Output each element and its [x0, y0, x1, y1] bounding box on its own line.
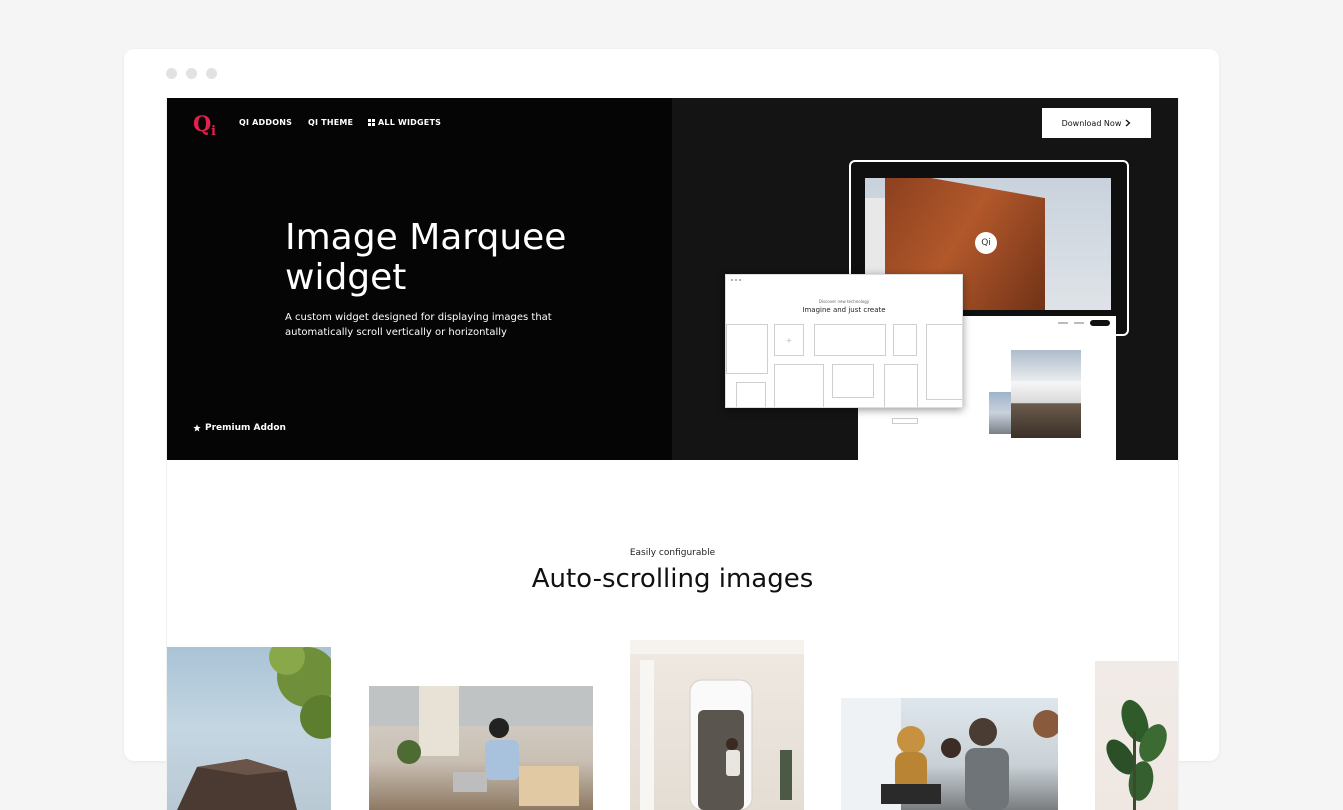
premium-addon-text: Premium Addon [205, 423, 286, 433]
website-viewport: Q i QI ADDONS QI THEME ALL WIDGETS Downl… [166, 98, 1179, 810]
qi-logo-icon[interactable]: Q i [193, 110, 221, 138]
window-dot-close[interactable] [166, 68, 177, 79]
hero-description: A custom widget designed for displaying … [285, 312, 552, 338]
section-title: Auto-scrolling images [531, 564, 814, 594]
page-mockup-button [1090, 320, 1110, 326]
nav-qi-addons[interactable]: QI ADDONS [239, 118, 292, 127]
download-now-label: Download Now [1061, 118, 1122, 128]
chevron-right-icon [1125, 119, 1131, 127]
svg-text:i: i [211, 124, 216, 138]
plus-icon: + [774, 324, 804, 356]
marquee-image-phone-booth [630, 640, 804, 810]
marquee-image-office-dog [841, 698, 1058, 810]
qi-badge: Qi [975, 232, 997, 254]
svg-text:Q: Q [193, 111, 211, 136]
star-icon [193, 424, 201, 432]
browser-mockup: Discover new technology Imagine and just… [725, 274, 963, 408]
mockup-title: Imagine and just create [802, 306, 886, 314]
window-dot-minimize[interactable] [186, 68, 197, 79]
modern-house-photo [1011, 350, 1081, 438]
download-now-button[interactable]: Download Now [1042, 108, 1151, 138]
nav-all-widgets-label: ALL WIDGETS [378, 118, 442, 127]
marquee-image-woman-laptop [369, 686, 593, 810]
grid-icon [368, 119, 375, 126]
mockup-caption: Discover new technology [818, 299, 870, 304]
marquee-image-tower [167, 647, 331, 810]
hero-section: Q i QI ADDONS QI THEME ALL WIDGETS Downl… [167, 98, 1178, 460]
window-dot-maximize[interactable] [206, 68, 217, 79]
marquee-image-plant [1095, 661, 1178, 810]
nav-all-widgets[interactable]: ALL WIDGETS [368, 118, 441, 127]
hero-title: Image Marquee widget [285, 217, 567, 298]
premium-addon-label: Premium Addon [193, 423, 286, 433]
section-eyebrow: Easily configurable [629, 548, 716, 558]
nav-qi-theme[interactable]: QI THEME [308, 118, 353, 127]
